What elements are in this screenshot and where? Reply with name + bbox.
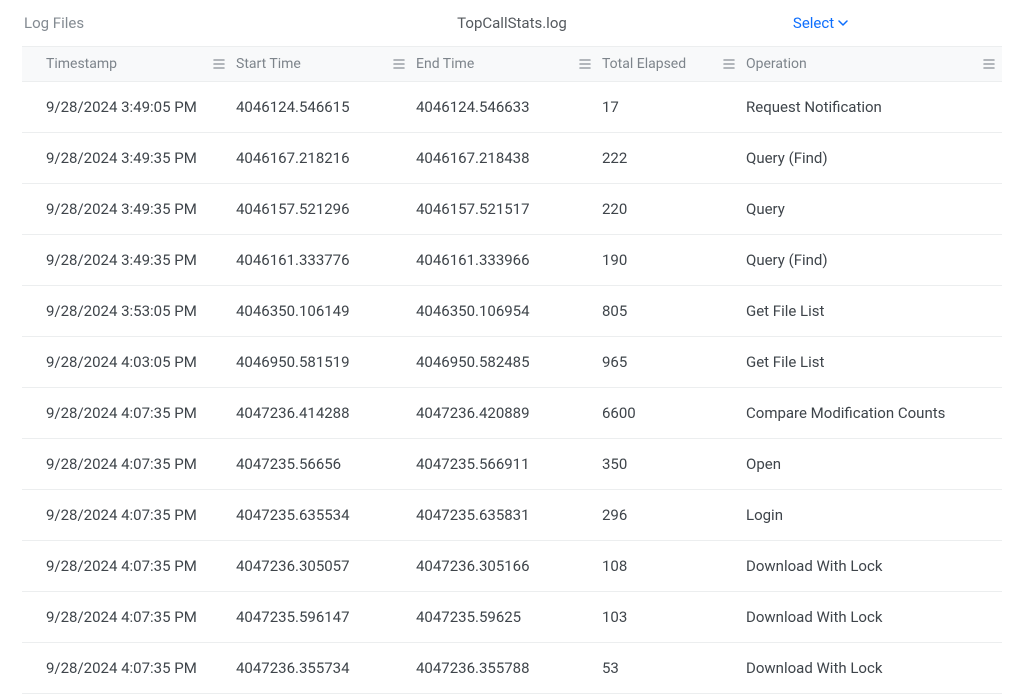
table-row[interactable]: 9/28/2024 4:07:35 PM4047235.566564047235… (22, 439, 1002, 490)
cell-operation: Query (Find) (744, 251, 1002, 269)
cell-total-elapsed: 965 (600, 353, 744, 371)
chevron-down-icon (838, 18, 848, 28)
cell-start-time: 4047235.56656 (234, 455, 414, 473)
table-row[interactable]: 9/28/2024 4:07:35 PM4047235.635534404723… (22, 490, 1002, 541)
cell-start-time: 4046350.106149 (234, 302, 414, 320)
table-body: 9/28/2024 3:49:05 PM4046124.546615404612… (22, 82, 1002, 694)
cell-total-elapsed: 220 (600, 200, 744, 218)
cell-operation: Download With Lock (744, 608, 1002, 626)
cell-total-elapsed: 296 (600, 506, 744, 524)
cell-timestamp: 9/28/2024 3:49:35 PM (22, 251, 234, 269)
cell-timestamp: 9/28/2024 4:03:05 PM (22, 353, 234, 371)
cell-operation: Get File List (744, 302, 1002, 320)
cell-total-elapsed: 805 (600, 302, 744, 320)
table-row[interactable]: 9/28/2024 4:07:35 PM4047235.596147404723… (22, 592, 1002, 643)
cell-start-time: 4047235.635534 (234, 506, 414, 524)
cell-start-time: 4047236.305057 (234, 557, 414, 575)
cell-total-elapsed: 6600 (600, 404, 744, 422)
cell-operation: Request Notification (744, 98, 1002, 116)
cell-start-time: 4046167.218216 (234, 149, 414, 167)
select-label: Select (793, 14, 834, 32)
cell-timestamp: 9/28/2024 3:49:05 PM (22, 98, 234, 116)
cell-start-time: 4047236.355734 (234, 659, 414, 677)
column-header-label: Operation (746, 56, 807, 72)
breadcrumb[interactable]: Log Files (24, 14, 346, 32)
cell-timestamp: 9/28/2024 4:07:35 PM (22, 506, 234, 524)
cell-end-time: 4047236.420889 (414, 404, 600, 422)
cell-timestamp: 9/28/2024 3:49:35 PM (22, 149, 234, 167)
column-header-total-elapsed[interactable]: Total Elapsed (600, 56, 744, 72)
cell-operation: Compare Modification Counts (744, 404, 1002, 422)
cell-start-time: 4046161.333776 (234, 251, 414, 269)
cell-end-time: 4047235.635831 (414, 506, 600, 524)
hamburger-icon[interactable] (982, 57, 996, 71)
hamburger-icon[interactable] (722, 57, 736, 71)
cell-end-time: 4047236.305166 (414, 557, 600, 575)
cell-end-time: 4046161.333966 (414, 251, 600, 269)
cell-operation: Get File List (744, 353, 1002, 371)
cell-timestamp: 9/28/2024 4:07:35 PM (22, 455, 234, 473)
cell-start-time: 4047236.414288 (234, 404, 414, 422)
cell-timestamp: 9/28/2024 3:49:35 PM (22, 200, 234, 218)
cell-end-time: 4046350.106954 (414, 302, 600, 320)
column-header-label: Start Time (236, 56, 301, 72)
cell-end-time: 4047236.355788 (414, 659, 600, 677)
cell-timestamp: 9/28/2024 3:53:05 PM (22, 302, 234, 320)
column-header-label: Total Elapsed (602, 56, 686, 72)
cell-end-time: 4046167.218438 (414, 149, 600, 167)
cell-start-time: 4046157.521296 (234, 200, 414, 218)
table-row[interactable]: 9/28/2024 3:49:35 PM4046167.218216404616… (22, 133, 1002, 184)
topbar: Log Files TopCallStats.log Select (0, 0, 1024, 46)
hamburger-icon[interactable] (392, 57, 406, 71)
cell-timestamp: 9/28/2024 4:07:35 PM (22, 404, 234, 422)
cell-start-time: 4046950.581519 (234, 353, 414, 371)
cell-total-elapsed: 53 (600, 659, 744, 677)
table-row[interactable]: 9/28/2024 3:53:05 PM4046350.106149404635… (22, 286, 1002, 337)
table-row[interactable]: 9/28/2024 3:49:05 PM4046124.546615404612… (22, 82, 1002, 133)
table-row[interactable]: 9/28/2024 4:03:05 PM4046950.581519404695… (22, 337, 1002, 388)
column-header-start-time[interactable]: Start Time (234, 56, 414, 72)
table-row[interactable]: 9/28/2024 4:07:35 PM4047236.414288404723… (22, 388, 1002, 439)
cell-start-time: 4047235.596147 (234, 608, 414, 626)
select-dropdown-button[interactable]: Select (793, 14, 848, 32)
cell-end-time: 4047235.566911 (414, 455, 600, 473)
column-header-timestamp[interactable]: Timestamp (22, 56, 234, 72)
cell-operation: Download With Lock (744, 557, 1002, 575)
cell-operation: Query (Find) (744, 149, 1002, 167)
cell-operation: Download With Lock (744, 659, 1002, 677)
cell-operation: Login (744, 506, 1002, 524)
cell-timestamp: 9/28/2024 4:07:35 PM (22, 659, 234, 677)
cell-timestamp: 9/28/2024 4:07:35 PM (22, 557, 234, 575)
cell-timestamp: 9/28/2024 4:07:35 PM (22, 608, 234, 626)
cell-operation: Query (744, 200, 1002, 218)
page-title: TopCallStats.log (346, 14, 678, 32)
cell-total-elapsed: 190 (600, 251, 744, 269)
cell-total-elapsed: 222 (600, 149, 744, 167)
cell-end-time: 4046124.546633 (414, 98, 600, 116)
cell-total-elapsed: 17 (600, 98, 744, 116)
cell-total-elapsed: 103 (600, 608, 744, 626)
hamburger-icon[interactable] (578, 57, 592, 71)
cell-total-elapsed: 350 (600, 455, 744, 473)
log-table: Timestamp Start Time End Time Total Elap… (0, 46, 1024, 694)
table-header-row: Timestamp Start Time End Time Total Elap… (22, 46, 1002, 82)
cell-end-time: 4046950.582485 (414, 353, 600, 371)
table-row[interactable]: 9/28/2024 4:07:35 PM4047236.305057404723… (22, 541, 1002, 592)
cell-end-time: 4046157.521517 (414, 200, 600, 218)
cell-start-time: 4046124.546615 (234, 98, 414, 116)
hamburger-icon[interactable] (212, 57, 226, 71)
cell-total-elapsed: 108 (600, 557, 744, 575)
column-header-label: End Time (416, 56, 474, 72)
cell-end-time: 4047235.59625 (414, 608, 600, 626)
column-header-end-time[interactable]: End Time (414, 56, 600, 72)
column-header-operation[interactable]: Operation (744, 56, 1002, 72)
table-row[interactable]: 9/28/2024 3:49:35 PM4046161.333776404616… (22, 235, 1002, 286)
column-header-label: Timestamp (46, 56, 117, 72)
table-row[interactable]: 9/28/2024 4:07:35 PM4047236.355734404723… (22, 643, 1002, 694)
table-row[interactable]: 9/28/2024 3:49:35 PM4046157.521296404615… (22, 184, 1002, 235)
cell-operation: Open (744, 455, 1002, 473)
